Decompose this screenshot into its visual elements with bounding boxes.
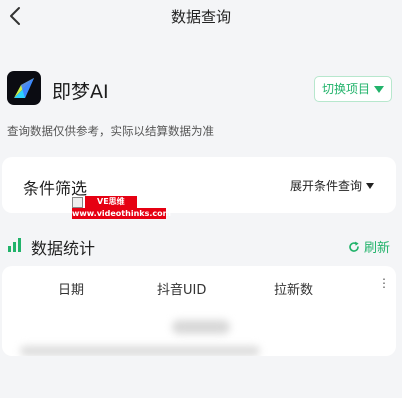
app-logo (7, 71, 41, 105)
column-header-date: 日期 (58, 283, 85, 298)
jimeng-logo-icon (14, 78, 34, 98)
refresh-label: 刷新 (363, 241, 390, 256)
switch-project-label: 切换项目 (321, 82, 370, 96)
caret-down-icon (366, 182, 374, 189)
bar-chart-icon (8, 238, 21, 252)
watermark-url: www.videothinks.com (72, 208, 171, 219)
refresh-button[interactable]: 刷新 (348, 237, 390, 256)
project-name: 即梦AI (52, 81, 109, 103)
top-bar: 数据查询 (0, 0, 402, 34)
blurred-content (20, 346, 260, 356)
filter-card: 条件筛选 展开条件查询 (2, 157, 396, 213)
switch-project-button[interactable]: 切换项目 (313, 76, 392, 102)
stats-header: 数据统计 刷新 (8, 235, 390, 258)
column-header-new-users: 拉新数 (274, 283, 314, 298)
stats-table: 日期 抖音UID 拉新数 ⋮ (2, 266, 396, 356)
blurred-content (172, 320, 230, 334)
disclaimer-text: 查询数据仅供参考，实际以结算数据为准 (7, 124, 214, 138)
page-title: 数据查询 (170, 8, 231, 26)
stats-title: 数据统计 (31, 239, 96, 258)
expand-filter-button[interactable]: 展开条件查询 (290, 177, 374, 194)
expand-filter-label: 展开条件查询 (289, 179, 362, 193)
watermark-badge: VE思维 (85, 196, 137, 208)
caret-down-icon (374, 85, 384, 93)
more-columns-icon[interactable]: ⋮ (378, 276, 390, 290)
watermark-image-icon (72, 196, 83, 208)
project-row: 即梦AI 切换项目 (7, 70, 392, 108)
watermark: VE思维 www.videothinks.com (72, 196, 171, 220)
refresh-icon (349, 241, 359, 252)
column-header-uid: 抖音UID (157, 283, 207, 298)
